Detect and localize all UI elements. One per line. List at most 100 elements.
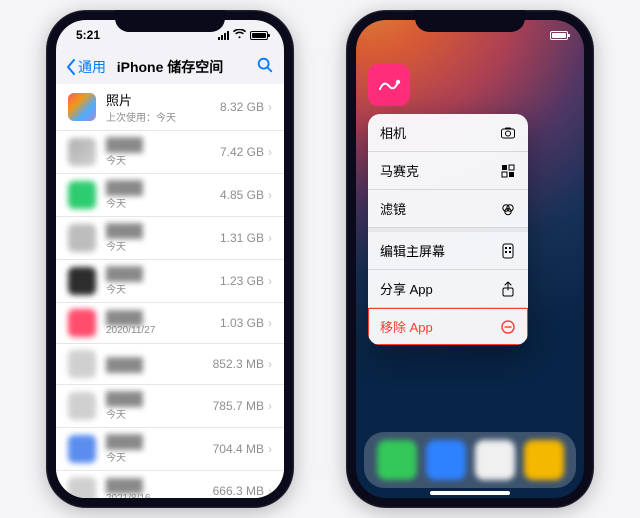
app-name: ████: [106, 266, 220, 281]
menu-item-remove[interactable]: 移除 App: [368, 308, 528, 345]
menu-item-filter[interactable]: 滤镜: [368, 190, 528, 228]
battery-icon: [550, 31, 568, 40]
dock: [364, 432, 576, 488]
chevron-right-icon: ›: [268, 145, 272, 159]
row-main: 照片上次使用：今天: [106, 90, 220, 124]
chevron-right-icon: ›: [268, 442, 272, 456]
row-main: ████今天: [106, 434, 213, 464]
app-last-used: 上次使用：今天: [106, 109, 220, 124]
app-logo-icon: [376, 72, 402, 98]
app-icon: [68, 350, 96, 378]
storage-row[interactable]: 照片上次使用：今天8.32 GB›: [56, 84, 284, 131]
menu-item-share[interactable]: 分享 App: [368, 270, 528, 308]
chevron-right-icon: ›: [268, 399, 272, 413]
status-icons: [218, 28, 268, 42]
notch: [115, 10, 225, 32]
storage-row[interactable]: ████今天7.42 GB ›: [56, 131, 284, 174]
dock-app-icon[interactable]: [475, 440, 515, 480]
app-last-used: 今天: [106, 238, 220, 253]
storage-row[interactable]: ████2021/8/16666.3 MB ›: [56, 471, 284, 498]
chevron-right-icon: ›: [268, 274, 272, 288]
notch: [415, 10, 525, 32]
app-last-used: 今天: [106, 449, 213, 464]
dock-app-icon[interactable]: [426, 440, 466, 480]
app-icon: [68, 224, 96, 252]
dock-app-icon[interactable]: [524, 440, 564, 480]
menu-item-label: 分享 App: [380, 279, 433, 298]
menu-item-label: 相机: [380, 123, 406, 142]
row-main: ████今天: [106, 391, 213, 421]
app-icon: [68, 435, 96, 463]
app-icon: [68, 181, 96, 209]
app-name: ████: [106, 357, 213, 372]
menu-item-label: 编辑主屏幕: [380, 241, 445, 260]
app-last-used: 今天: [106, 152, 220, 167]
app-size: 8.32 GB: [220, 100, 264, 114]
app-icon: [68, 477, 96, 498]
menu-item-edit-home[interactable]: 编辑主屏幕: [368, 228, 528, 270]
chevron-right-icon: ›: [268, 484, 272, 498]
storage-row[interactable]: ████今天704.4 MB ›: [56, 428, 284, 471]
storage-row[interactable]: ████今天785.7 MB›: [56, 385, 284, 428]
storage-row[interactable]: ████852.3 MB ›: [56, 344, 284, 385]
app-name: ████: [106, 478, 213, 493]
chevron-right-icon: ›: [268, 231, 272, 245]
app-icon: [68, 309, 96, 337]
app-size: 1.23 GB: [220, 274, 264, 288]
app-size: 7.42 GB: [220, 145, 264, 159]
app-last-used: 今天: [106, 281, 220, 296]
context-menu: 相机马赛克滤镜编辑主屏幕分享 App 移除 App: [368, 114, 528, 345]
app-size: 852.3 MB: [213, 357, 264, 371]
wifi-icon: [233, 28, 246, 42]
cell-signal-icon: [218, 31, 229, 40]
menu-item-camera[interactable]: 相机: [368, 114, 528, 152]
row-main: ████2020/11/27: [106, 310, 220, 336]
chevron-right-icon: ›: [268, 357, 272, 371]
app-name: ████: [106, 180, 220, 195]
app-name: ████: [106, 223, 220, 238]
edit-home-icon: [500, 243, 516, 259]
app-size: 1.31 GB: [220, 231, 264, 245]
mosaic-icon: [500, 163, 516, 179]
screen-storage: 5:21 通用 iPhone 储存空间 照片上次使用：今天8.32 GB›███…: [56, 20, 284, 498]
app-size: 4.85 GB: [220, 188, 264, 202]
camera-icon: [500, 125, 516, 141]
app-last-used: 2020/11/27: [106, 325, 220, 336]
search-icon: [256, 56, 274, 74]
home-indicator[interactable]: [430, 491, 510, 495]
storage-row[interactable]: ████今天1.31 GB ›: [56, 217, 284, 260]
screen-home: 5:22 相机马赛克滤镜编辑主屏幕分享 App移除 App: [356, 20, 584, 498]
app-icon: [68, 138, 96, 166]
app-last-used: 2021/8/16: [106, 493, 213, 498]
storage-row[interactable]: ████今天4.85 GB ›: [56, 174, 284, 217]
menu-item-mosaic[interactable]: 马赛克: [368, 152, 528, 190]
status-time: 5:21: [76, 28, 100, 42]
chevron-right-icon: ›: [268, 316, 272, 330]
app-last-used: 今天: [106, 195, 220, 210]
filter-icon: [500, 201, 516, 217]
app-name: 照片: [106, 90, 220, 109]
app-name: ████: [106, 310, 220, 325]
app-icon-meitu[interactable]: [368, 64, 410, 106]
storage-row[interactable]: ████2020/11/271.03 GB›: [56, 303, 284, 344]
context-menu-wrap: 相机马赛克滤镜编辑主屏幕分享 App 移除 App: [368, 64, 528, 345]
back-button[interactable]: 通用: [66, 57, 106, 77]
chevron-left-icon: [66, 59, 76, 75]
storage-list[interactable]: 照片上次使用：今天8.32 GB›████今天7.42 GB›████今天4.8…: [56, 84, 284, 498]
dock-app-icon[interactable]: [377, 440, 417, 480]
app-icon: [68, 392, 96, 420]
menu-item-label: 马赛克: [380, 161, 419, 180]
chevron-right-icon: ›: [268, 188, 272, 202]
row-main: ████今天: [106, 137, 220, 167]
share-icon: [500, 281, 516, 297]
remove-icon: [500, 319, 516, 335]
app-size: 666.3 MB: [213, 484, 264, 498]
row-main: ████2021/8/16: [106, 478, 213, 498]
app-icon: [68, 267, 96, 295]
row-main: ████: [106, 357, 213, 372]
search-button[interactable]: [256, 56, 274, 79]
storage-row[interactable]: ████今天1.23 GB ›: [56, 260, 284, 303]
app-icon: [68, 93, 96, 121]
page-title: iPhone 储存空间: [117, 57, 224, 77]
app-size: 704.4 MB: [213, 442, 264, 456]
